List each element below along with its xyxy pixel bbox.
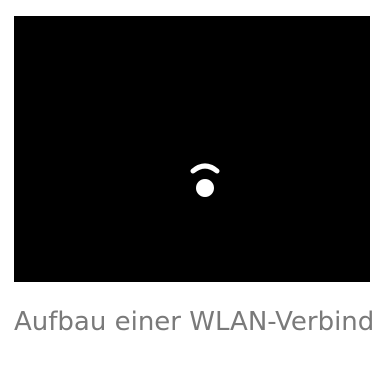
connection-status-caption: Aufbau einer WLAN-Verbind [14, 307, 375, 337]
wifi-connecting-icon [190, 163, 220, 197]
connection-preview [14, 16, 370, 282]
wlan-connect-tile: Aufbau einer WLAN-Verbind [0, 0, 378, 386]
